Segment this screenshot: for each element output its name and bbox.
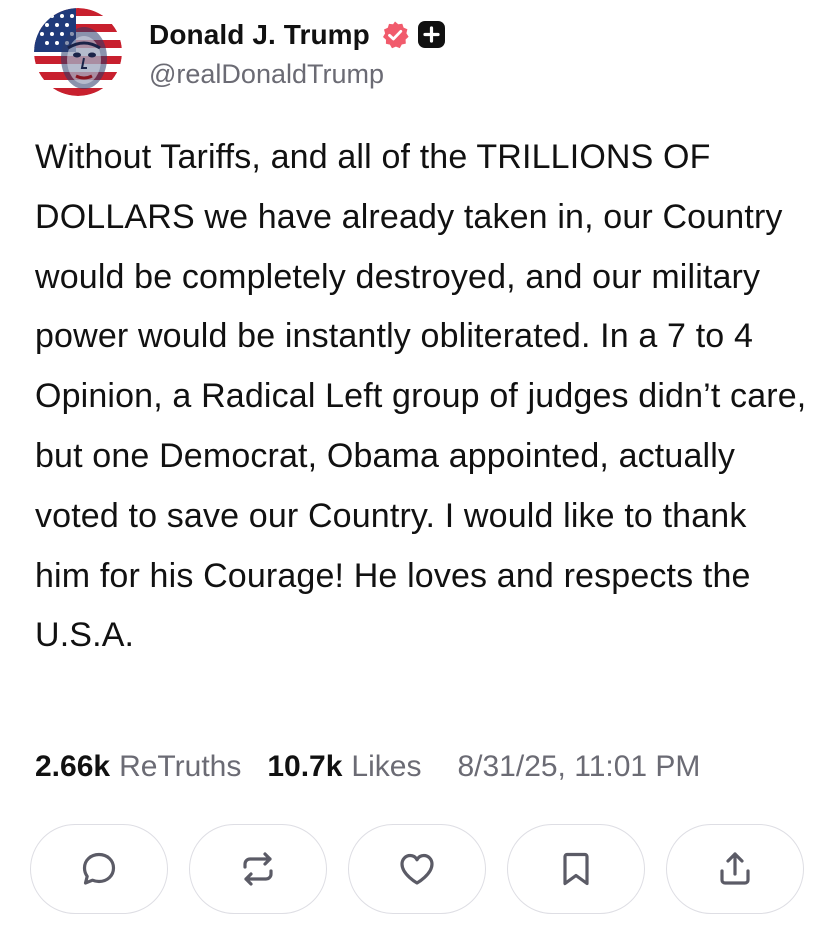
repost-icon [243, 852, 273, 886]
post-text: Without Tariffs, and all of the TRILLION… [35, 138, 807, 655]
action-bar [30, 824, 804, 916]
post-timestamp: 8/31/25, 11:01 PM [457, 750, 701, 783]
post-header: Donald J. Trump @realDonaldTrump [34, 8, 445, 96]
post-stats: 2.66k ReTruths 10.7k Likes 8/31/25, 11:0… [35, 745, 815, 789]
retruths-label[interactable]: ReTruths [119, 750, 241, 784]
reply-button[interactable] [30, 824, 168, 914]
author-handle[interactable]: @realDonaldTrump [149, 59, 445, 90]
comment-icon [82, 852, 116, 885]
avatar-flag-portrait-icon [34, 8, 122, 96]
bookmark-button[interactable] [507, 824, 645, 914]
share-icon [720, 852, 750, 885]
bookmark-icon [563, 852, 589, 886]
verified-badge-icon [382, 21, 409, 48]
retruths-count[interactable]: 2.66k [35, 750, 110, 784]
likes-count[interactable]: 10.7k [267, 750, 342, 784]
name-row: Donald J. Trump [149, 15, 445, 55]
avatar[interactable] [34, 8, 122, 96]
author-display-name[interactable]: Donald J. Trump [149, 19, 370, 51]
author-identity: Donald J. Trump @realDonaldTrump [149, 15, 445, 90]
retruth-button[interactable] [189, 824, 327, 914]
truth-post: Donald J. Trump @realDonaldTrump Without… [0, 0, 828, 938]
heart-icon [400, 853, 434, 885]
likes-label[interactable]: Likes [351, 750, 421, 784]
plus-badge-icon [417, 21, 445, 48]
share-button[interactable] [666, 824, 804, 914]
like-button[interactable] [348, 824, 486, 914]
